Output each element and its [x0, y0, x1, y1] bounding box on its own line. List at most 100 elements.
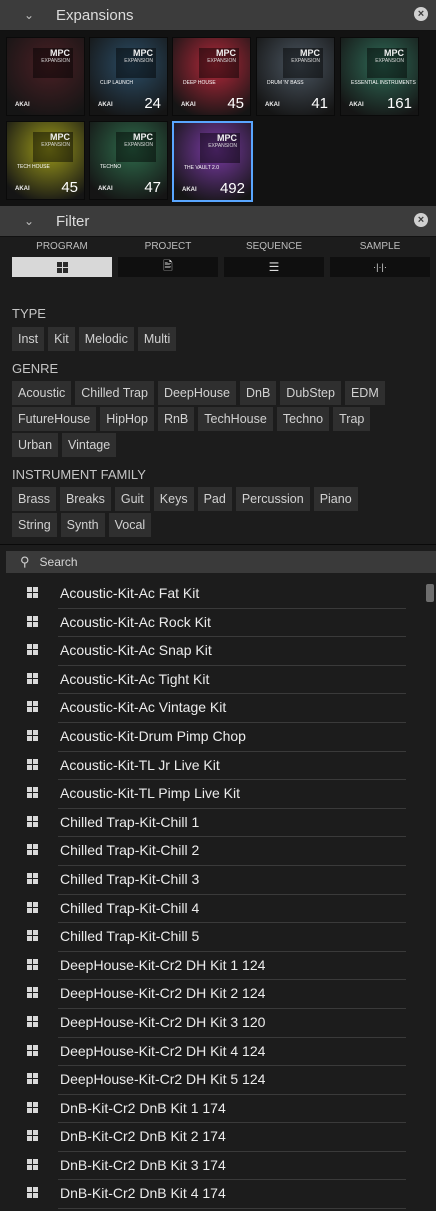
tab-sample[interactable]: ·|·|·	[330, 257, 430, 277]
expansion-tile[interactable]: MPC EXPANSION TECH HOUSE AKAI 45	[6, 121, 85, 200]
filter-chip[interactable]: Urban	[12, 433, 59, 457]
list-item[interactable]: Acoustic-Kit-Ac Fat Kit	[0, 580, 436, 609]
filter-chip[interactable]: Melodic	[78, 327, 134, 351]
list-item[interactable]: Chilled Trap-Kit-Chill 4	[0, 895, 436, 924]
list-item[interactable]: Acoustic-Kit-Ac Rock Kit	[0, 609, 436, 638]
mpc-logo: MPC EXPANSION	[367, 48, 407, 78]
tab-program[interactable]	[12, 257, 112, 277]
list-item[interactable]: Chilled Trap-Kit-Chill 5	[0, 923, 436, 952]
list-item[interactable]: Acoustic-Kit-TL Jr Live Kit	[0, 752, 436, 781]
search-icon: ⚲	[20, 554, 30, 569]
filter-chip[interactable]: Percussion	[235, 487, 310, 511]
list-item[interactable]: Chilled Trap-Kit-Chill 3	[0, 866, 436, 895]
list-item[interactable]: DeepHouse-Kit-Cr2 DH Kit 5 124	[0, 1066, 436, 1095]
filter-chip[interactable]: DubStep	[280, 381, 341, 405]
filter-chip[interactable]: RnB	[157, 407, 195, 431]
filter-chip[interactable]: Vintage	[62, 433, 117, 457]
expansion-tile[interactable]: MPC EXPANSION DRUM 'N' BASS AKAI 41	[256, 37, 335, 116]
list-item[interactable]: DeepHouse-Kit-Cr2 DH Kit 3 120	[0, 1009, 436, 1038]
expansion-count: 45	[61, 179, 78, 196]
program-icon	[27, 901, 38, 913]
filter-chip[interactable]: EDM	[344, 381, 385, 405]
filter-chip[interactable]: DeepHouse	[157, 381, 236, 405]
list-item[interactable]: DeepHouse-Kit-Cr2 DH Kit 2 124	[0, 980, 436, 1009]
expansion-tile[interactable]: MPC EXPANSION AKAI	[6, 37, 85, 116]
filter-chip[interactable]: Techno	[276, 407, 330, 431]
expansion-tile[interactable]: MPC EXPANSION DEEP HOUSE AKAI 45	[172, 37, 251, 116]
filter-chip[interactable]: Breaks	[59, 487, 111, 511]
list-item-name: Acoustic-Kit-TL Pimp Live Kit	[60, 785, 240, 802]
expansion-tile[interactable]: MPC EXPANSION THE VAULT 2.0 AKAI 492	[172, 121, 253, 202]
filter-chip[interactable]: String	[12, 513, 57, 537]
chevron-down-icon[interactable]: ⌄	[24, 214, 44, 228]
list-item-name: Acoustic-Kit-Ac Vintage Kit	[60, 699, 227, 716]
expansion-name: CLIP LAUNCH	[100, 80, 133, 86]
filter-chip[interactable]: Trap	[333, 407, 371, 431]
instrument-family-title: INSTRUMENT FAMILY	[12, 467, 146, 482]
tab-sample-label: SAMPLE	[359, 241, 401, 252]
filter-chip[interactable]: Brass	[12, 487, 56, 511]
close-icon[interactable]: ×	[414, 7, 428, 21]
program-icon	[27, 729, 38, 741]
filter-chip[interactable]: Inst	[12, 327, 45, 351]
expansion-name: DRUM 'N' BASS	[267, 80, 304, 86]
tab-project[interactable]: 🖹	[118, 257, 218, 277]
list-item[interactable]: DeepHouse-Kit-Cr2 DH Kit 4 124	[0, 1038, 436, 1067]
filter-chip[interactable]: Pad	[197, 487, 232, 511]
scrollbar-thumb[interactable]	[426, 584, 434, 602]
close-icon[interactable]: ×	[414, 213, 428, 227]
expansion-count: 492	[219, 180, 245, 197]
tab-sequence[interactable]: ☰	[224, 257, 324, 277]
expansion-tile[interactable]: MPC EXPANSION CLIP LAUNCH AKAI 24	[89, 37, 168, 116]
search-bar[interactable]: ⚲ Search	[6, 551, 436, 573]
list-item[interactable]: Acoustic-Kit-Ac Vintage Kit	[0, 694, 436, 723]
chevron-down-icon[interactable]: ⌄	[24, 8, 44, 22]
akai-logo: AKAI	[98, 102, 113, 108]
list-item[interactable]: Chilled Trap-Kit-Chill 1	[0, 809, 436, 838]
program-icon	[27, 1101, 38, 1113]
filter-chip[interactable]: Vocal	[108, 513, 152, 537]
filter-chip[interactable]: Guit	[114, 487, 150, 511]
filter-header[interactable]: ⌄ Filter ×	[0, 206, 436, 237]
expansion-name: DEEP HOUSE	[183, 80, 216, 86]
program-icon	[27, 644, 38, 656]
program-icon	[27, 1187, 38, 1199]
tab-project-label: PROJECT	[144, 241, 192, 252]
filter-chip[interactable]: DnB	[239, 381, 277, 405]
list-item[interactable]: Acoustic-Kit-TL Pimp Live Kit	[0, 780, 436, 809]
filter-chip[interactable]: Keys	[153, 487, 194, 511]
search-input[interactable]: Search	[40, 555, 78, 569]
filter-chip[interactable]: Kit	[48, 327, 75, 351]
tab-program-label: PROGRAM	[36, 241, 88, 252]
list-item[interactable]: DnB-Kit-Cr2 DnB Kit 1 174	[0, 1095, 436, 1124]
tab-sequence-label: SEQUENCE	[245, 241, 303, 252]
sequence-icon: ☰	[268, 260, 280, 274]
expansion-name: THE VAULT 2.0	[184, 165, 220, 171]
list-item[interactable]: DnB-Kit-Cr2 DnB Kit 4 174	[0, 1180, 436, 1210]
list-item-name: Acoustic-Kit-Ac Fat Kit	[60, 585, 200, 601]
expansion-tile[interactable]: MPC EXPANSION TECHNO AKAI 47	[89, 121, 168, 200]
list-item[interactable]: DnB-Kit-Cr2 DnB Kit 2 174	[0, 1123, 436, 1152]
filter-chip[interactable]: Piano	[313, 487, 358, 511]
expansions-header[interactable]: ⌄ Expansions ×	[0, 0, 436, 31]
list-item[interactable]: Acoustic-Kit-Ac Snap Kit	[0, 637, 436, 666]
program-icon	[27, 815, 38, 827]
list-item[interactable]: Acoustic-Kit-Drum Pimp Chop	[0, 723, 436, 752]
list-item-name: Acoustic-Kit-Drum Pimp Chop	[60, 727, 246, 744]
filter-chip[interactable]: HipHop	[100, 407, 154, 431]
filter-chip[interactable]: FutureHouse	[12, 407, 97, 431]
list-item-name: DeepHouse-Kit-Cr2 DH Kit 2 124	[60, 985, 266, 1002]
filter-chip[interactable]: Multi	[137, 327, 177, 351]
list-item[interactable]: DeepHouse-Kit-Cr2 DH Kit 1 124	[0, 952, 436, 981]
filter-chip[interactable]: TechHouse	[198, 407, 273, 431]
akai-logo: AKAI	[181, 102, 196, 108]
mpc-logo: MPC EXPANSION	[116, 48, 156, 78]
waveform-icon: ·|·|·	[373, 262, 387, 272]
list-item[interactable]: Acoustic-Kit-Ac Tight Kit	[0, 666, 436, 695]
list-item[interactable]: Chilled Trap-Kit-Chill 2	[0, 837, 436, 866]
list-item[interactable]: DnB-Kit-Cr2 DnB Kit 3 174	[0, 1152, 436, 1181]
filter-chip[interactable]: Synth	[60, 513, 105, 537]
expansion-tile[interactable]: MPC EXPANSION ESSENTIAL INSTRUMENTS AKAI 161	[340, 37, 419, 116]
filter-chip[interactable]: Chilled Trap	[75, 381, 154, 405]
filter-chip[interactable]: Acoustic	[12, 381, 72, 405]
